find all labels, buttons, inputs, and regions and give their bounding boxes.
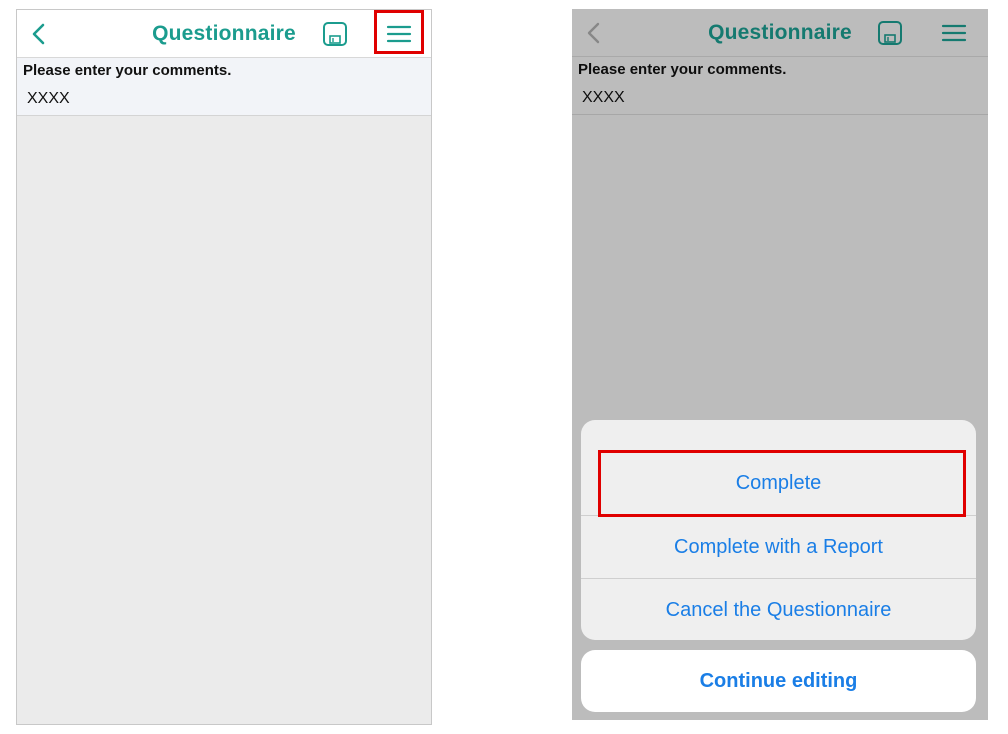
save-button[interactable]	[876, 19, 904, 47]
navigation-bar: Questionnaire	[17, 10, 431, 58]
save-button[interactable]	[321, 20, 349, 48]
floppy-disk-icon	[878, 21, 902, 45]
menu-button[interactable]	[938, 19, 970, 47]
question-label: Please enter your comments.	[23, 62, 232, 79]
floppy-disk-icon	[323, 22, 347, 46]
question-answer[interactable]: XXXX	[27, 90, 70, 108]
menu-button-highlight	[374, 10, 424, 54]
complete-button-highlight	[598, 450, 966, 517]
question-row: Please enter your comments. XXXX	[572, 57, 988, 115]
question-label: Please enter your comments.	[578, 61, 787, 78]
page-title: Questionnaire	[152, 22, 296, 45]
cancel-questionnaire-button[interactable]: Cancel the Questionnaire	[581, 579, 976, 640]
questionnaire-screen-editing: Questionnaire Please enter your comments…	[16, 9, 432, 725]
continue-editing-button[interactable]: Continue editing	[581, 650, 976, 712]
complete-with-report-button[interactable]: Complete with a Report	[581, 516, 976, 578]
page-title: Questionnaire	[708, 21, 852, 44]
questionnaire-screen-menu-open: Questionnaire Please enter your comments…	[572, 9, 988, 720]
question-answer: XXXX	[582, 89, 625, 106]
hamburger-menu-icon	[941, 24, 967, 42]
navigation-bar: Questionnaire	[572, 9, 988, 57]
question-row[interactable]: Please enter your comments. XXXX	[17, 58, 431, 116]
